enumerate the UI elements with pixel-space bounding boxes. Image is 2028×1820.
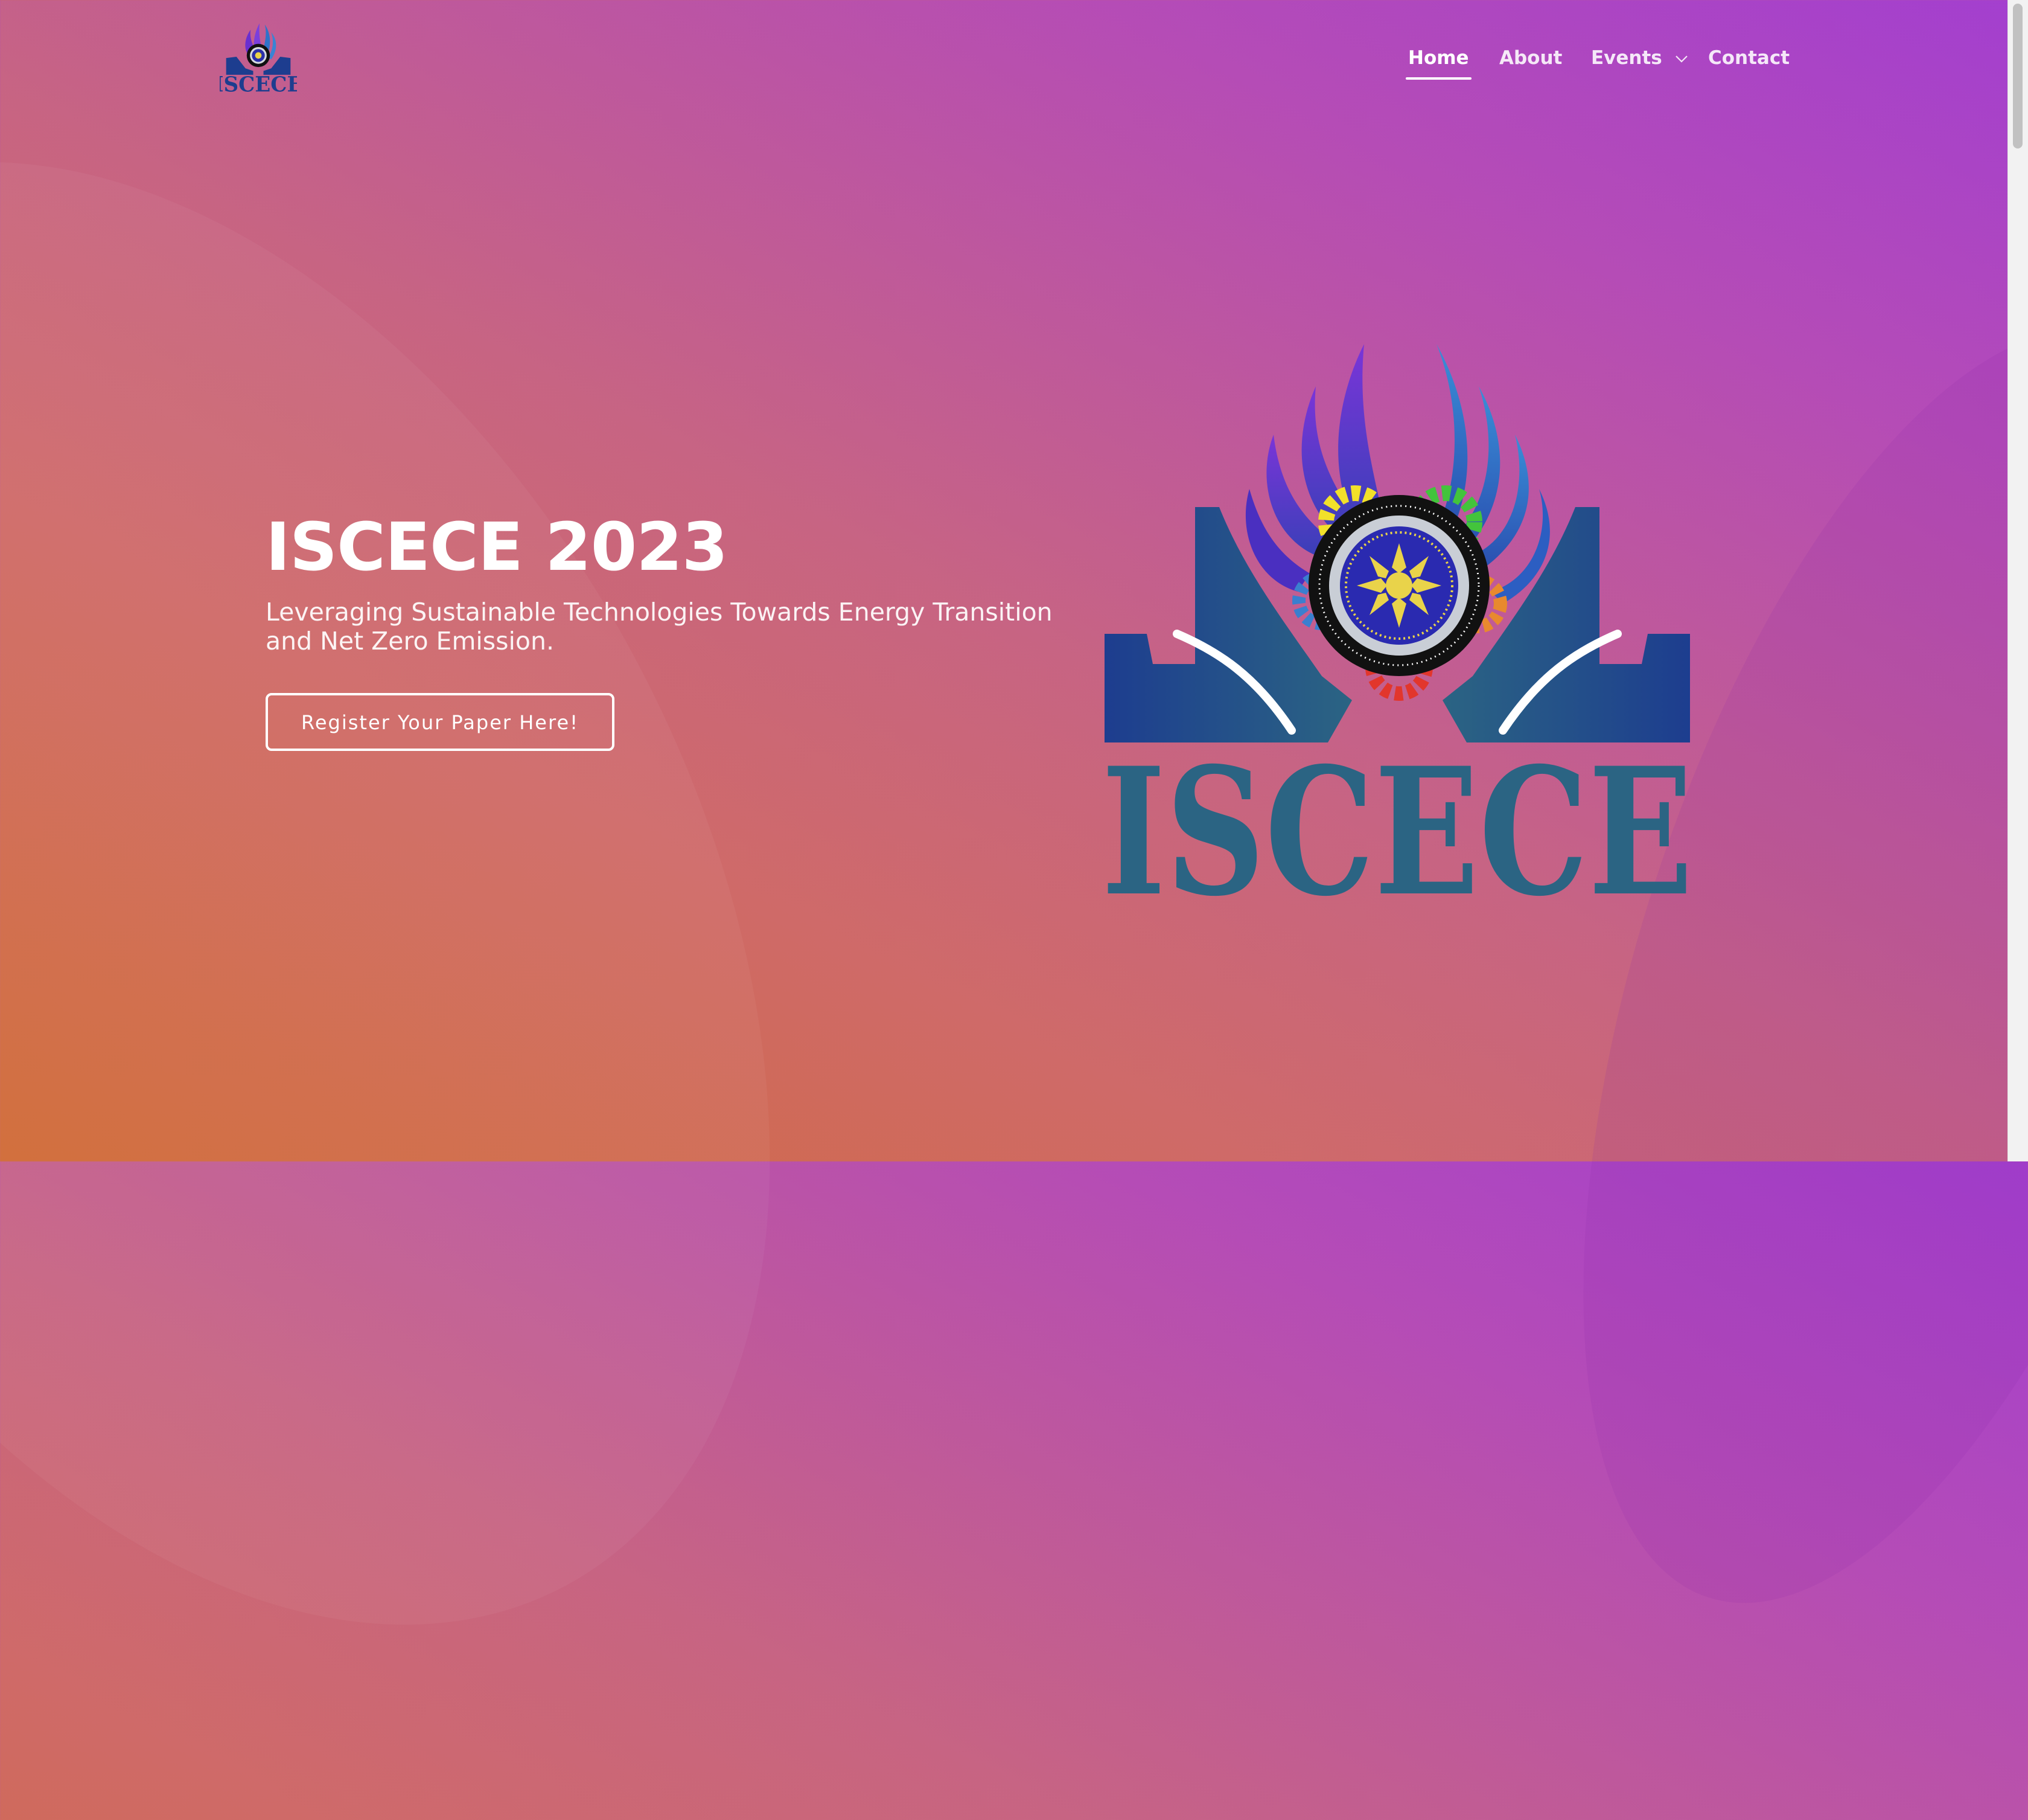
register-paper-button[interactable]: Register Your Paper Here! (266, 693, 614, 751)
nav-home-link[interactable]: Home (1406, 47, 1472, 80)
nav-contact-link[interactable]: Contact (1708, 47, 1790, 69)
scrollbar[interactable] (2007, 0, 2028, 1161)
logo-emblem-pattern (1357, 543, 1441, 628)
nav-events-label: Events (1591, 47, 1662, 69)
nav-home-label: Home (1408, 47, 1469, 69)
nav-about-link[interactable]: About (1499, 47, 1562, 69)
nav-events-dropdown[interactable]: Events (1591, 47, 1688, 69)
hero-title: ISCECE 2023 (266, 508, 728, 586)
main-nav: Home About Events Contact (0, 47, 1992, 83)
nav-active-underline (1406, 77, 1472, 80)
hero-subtitle: Leveraging Sustainable Technologies Towa… (266, 598, 1053, 656)
nav-about-label: About (1499, 47, 1563, 69)
background-shape (0, 0, 1004, 1820)
logo-text: ISCECE (1102, 730, 1693, 905)
hero-logo: ISCECE (1102, 344, 1693, 905)
nav-contact-label: Contact (1708, 47, 1790, 69)
chevron-down-icon (1675, 55, 1688, 63)
scrollbar-thumb[interactable] (2013, 4, 2023, 148)
